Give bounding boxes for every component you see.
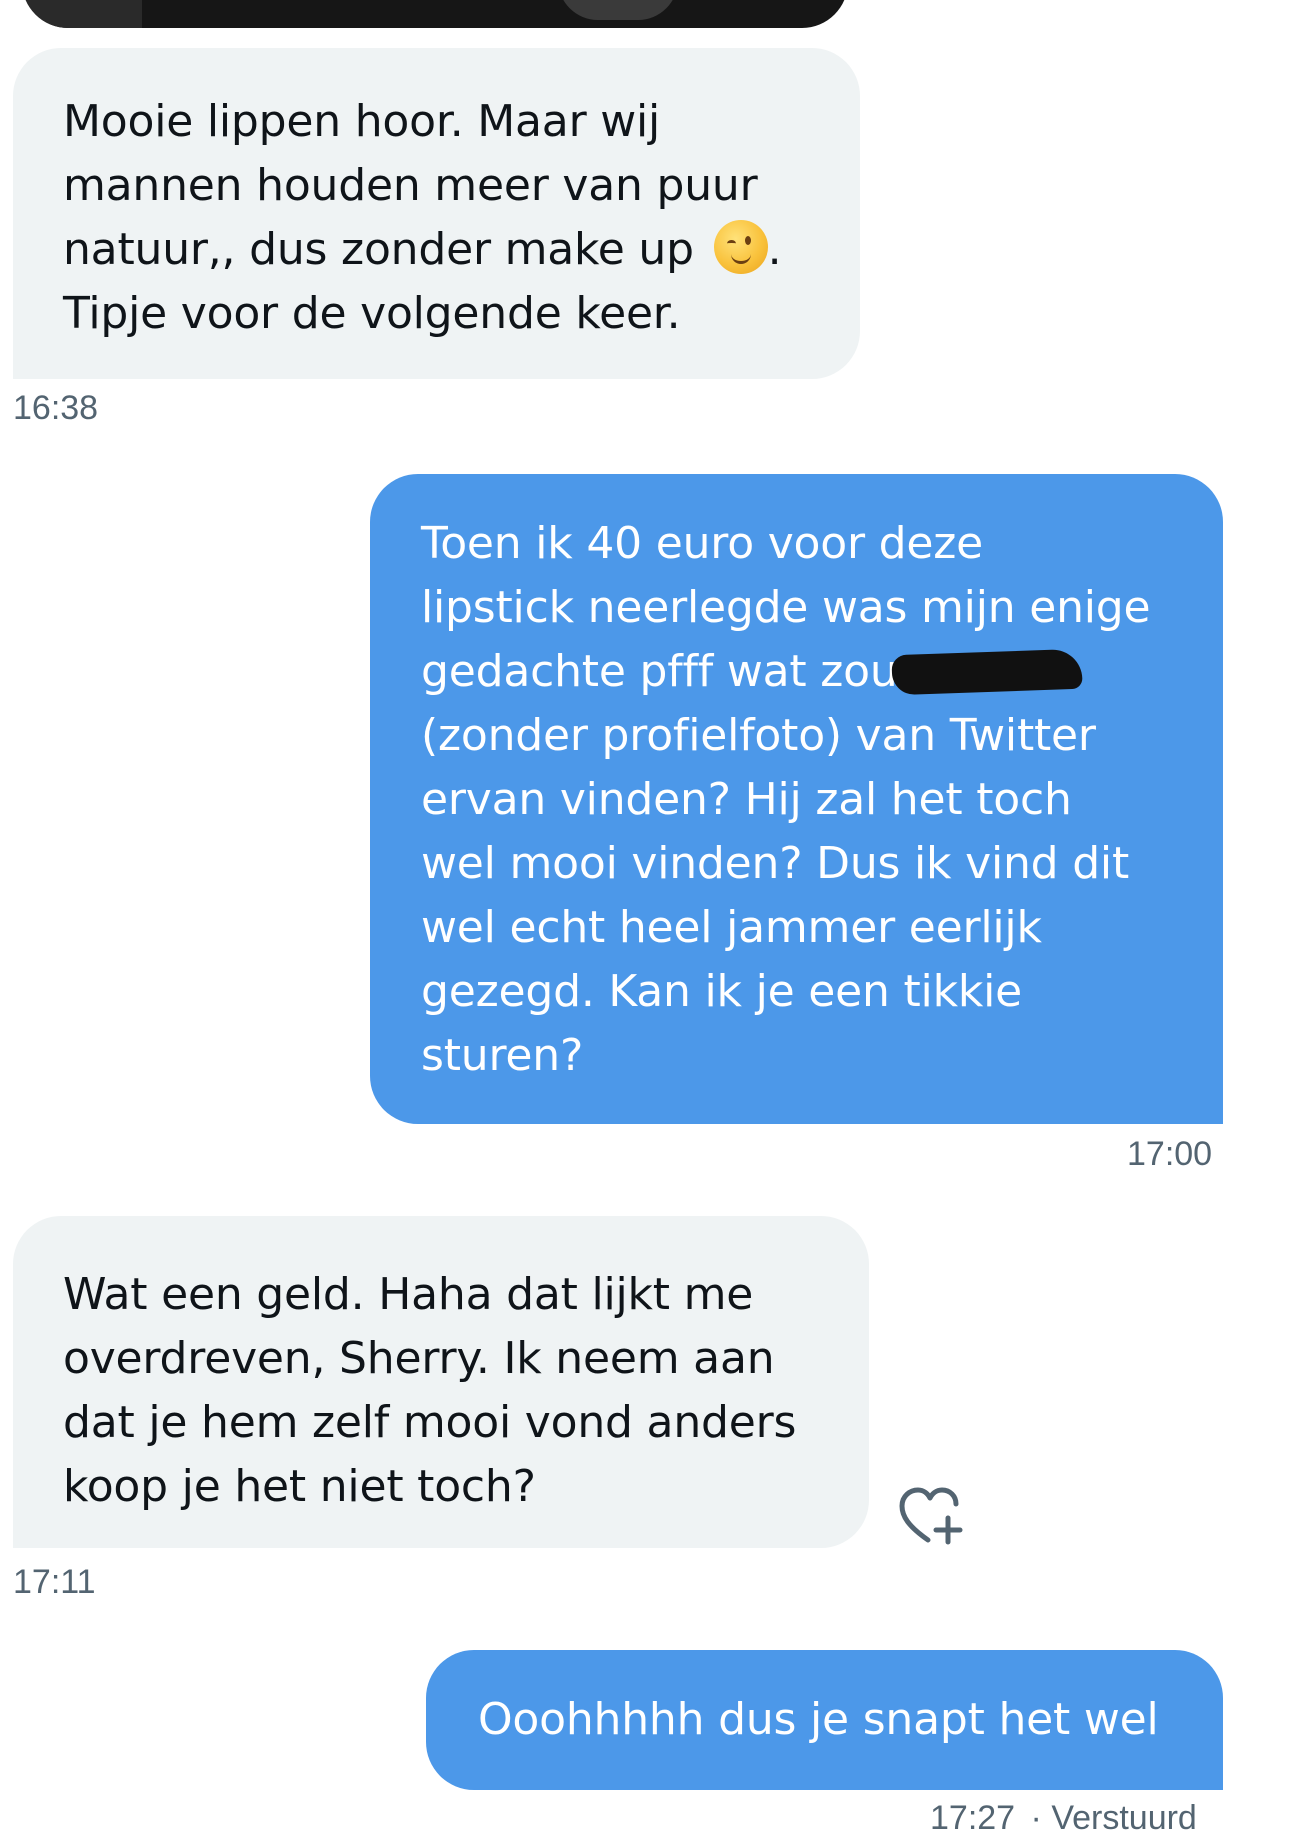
message-line: koop je het niet toch? [63, 1461, 536, 1512]
message-line: gezegd. Kan ik je een tikkie [421, 966, 1023, 1017]
message-timestamp: 17:11 [13, 1563, 96, 1601]
message-line: Mooie lippen hoor. Maar wij [63, 96, 661, 147]
message-line-redacted: gedachte pfff wat zou [421, 640, 1223, 704]
winking-face-emoji-icon [713, 220, 768, 274]
message-meta: 17:27 · Verstuurd [930, 1799, 1197, 1838]
message-line: (zonder profielfoto) van Twitter [421, 710, 1096, 761]
message-status: · Verstuurd [1030, 1799, 1197, 1837]
message-line: dat je hem zelf mooi vond anders [63, 1397, 797, 1448]
heart-plus-icon[interactable] [898, 1484, 966, 1548]
message-timestamp: 16:38 [13, 389, 99, 427]
message-bubble-incoming[interactable]: Wat een geld. Haha dat lijkt me overdrev… [13, 1216, 869, 1548]
message-line: Toen ik 40 euro voor deze [421, 518, 984, 569]
message-line: overdreven, Sherry. Ik neem aan [63, 1333, 775, 1384]
message-line: lipstick neerlegde was mijn enige [421, 582, 1151, 633]
message-bubble-outgoing[interactable]: Ooohhhhh dus je snapt het wel [426, 1650, 1223, 1790]
shared-photo-preview[interactable] [22, 0, 848, 28]
redaction-scribble [890, 648, 1083, 696]
message-bubble-outgoing[interactable]: Toen ik 40 euro voor deze lipstick neerl… [370, 474, 1223, 1124]
photo-detail [558, 0, 678, 20]
message-line: wel mooi vinden? Dus ik vind dit [421, 838, 1129, 889]
message-line: Tipje voor de volgende keer. [63, 288, 681, 339]
message-line: sturen? [421, 1030, 584, 1081]
message-line: wel echt heel jammer eerlijk [421, 902, 1042, 953]
photo-shadow [22, 0, 142, 28]
message-line: mannen houden meer van puur [63, 160, 758, 211]
message-line: ervan vinden? Hij zal het toch [421, 774, 1072, 825]
message-line: Wat een geld. Haha dat lijkt me [63, 1269, 754, 1320]
message-timestamp: 17:00 [1127, 1135, 1213, 1173]
message-timestamp: 17:27 [930, 1799, 1016, 1837]
message-line-with-emoji: natuur,, dus zonder make up . [63, 218, 860, 282]
message-line: Ooohhhhh dus je snapt het wel [478, 1694, 1159, 1745]
message-bubble-incoming[interactable]: Mooie lippen hoor. Maar wij mannen houde… [13, 48, 860, 379]
